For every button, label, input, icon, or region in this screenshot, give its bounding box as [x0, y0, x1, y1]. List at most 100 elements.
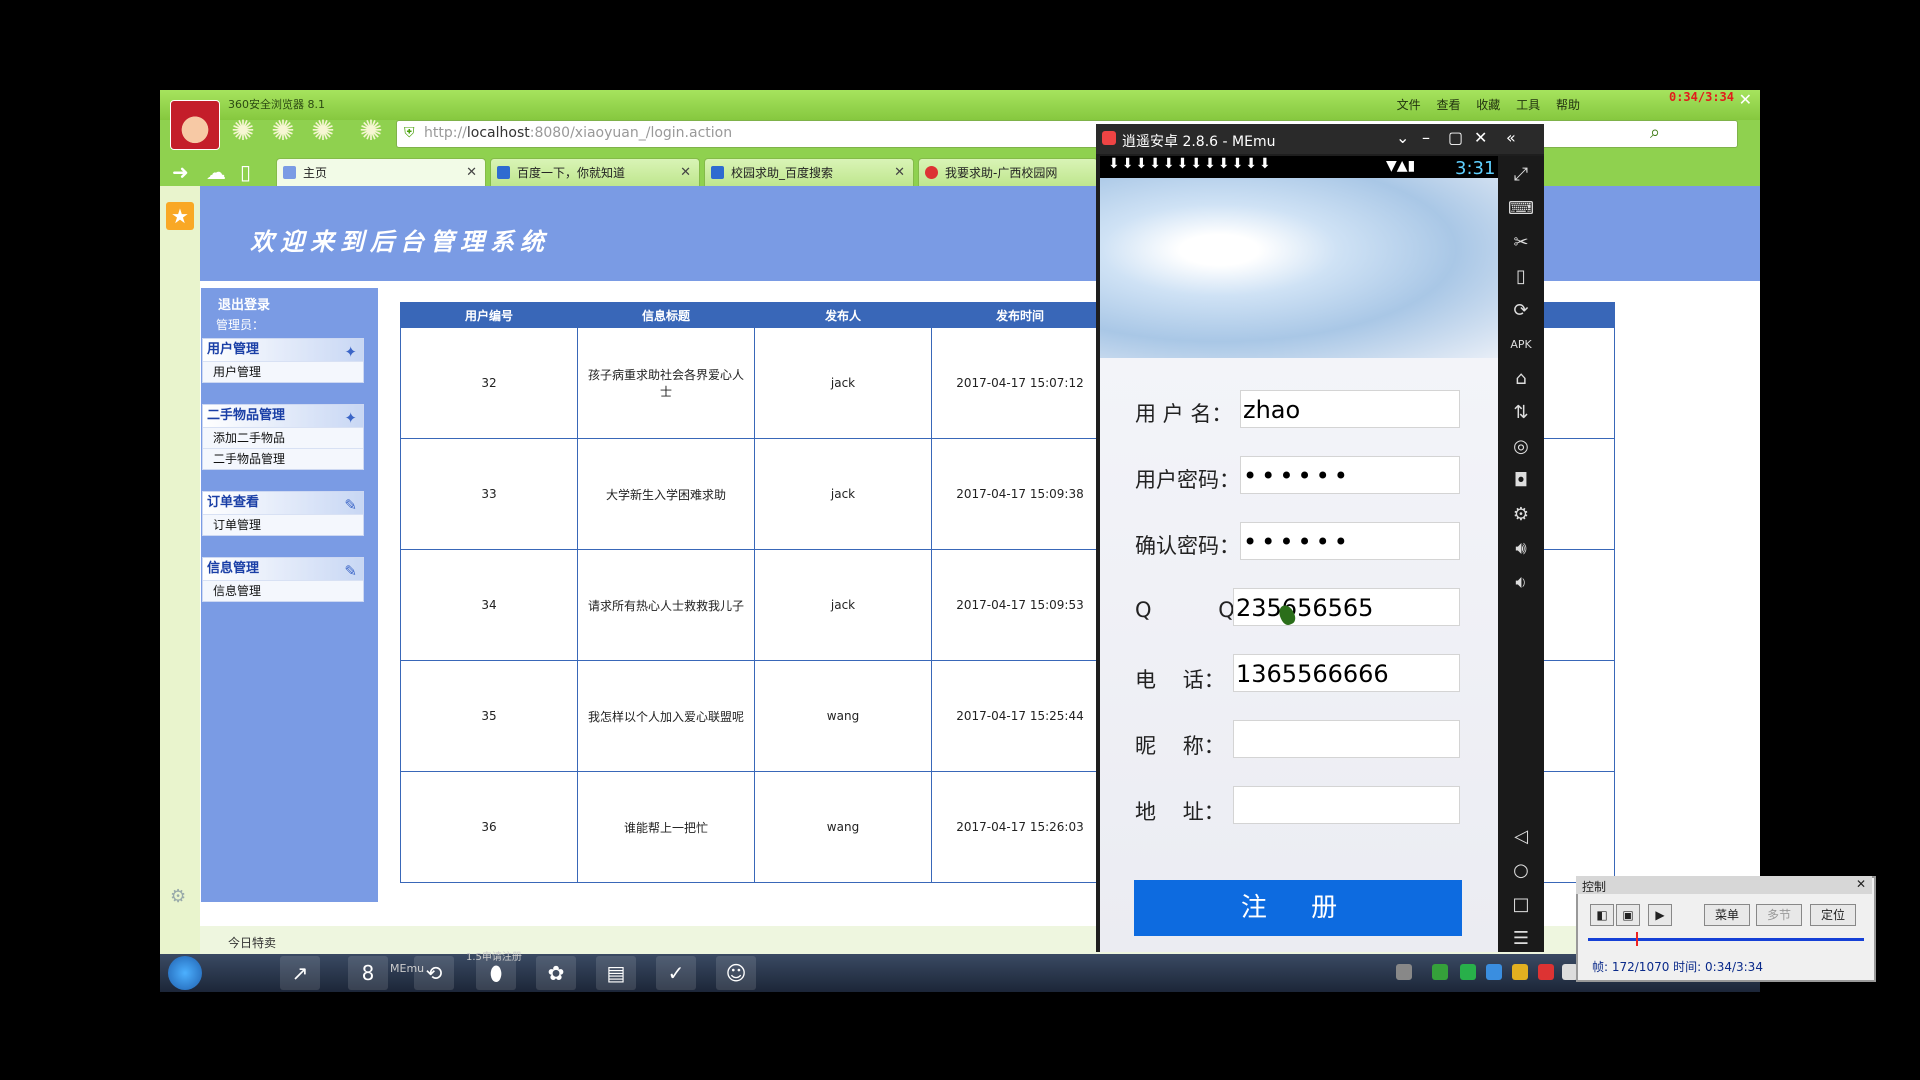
tray-network-icon[interactable] — [1432, 964, 1448, 980]
close-icon[interactable]: ✕ — [1856, 877, 1866, 891]
back-icon[interactable]: ➜ — [172, 160, 189, 184]
cell-user: jack — [754, 438, 932, 550]
taskbar-app-green[interactable]: ⟲ — [414, 956, 454, 990]
locate-button[interactable]: 定位 — [1810, 904, 1856, 926]
keyboard-icon[interactable]: ⌨ — [1508, 196, 1534, 222]
nav-item[interactable]: 订单管理 — [203, 514, 363, 535]
nav-head[interactable]: 订单查看 ✎ — [203, 492, 363, 514]
tab-label: 我要求助-广西校园网 — [945, 166, 1058, 180]
play-start-button[interactable]: ◧ — [1590, 904, 1614, 926]
address-field[interactable] — [1233, 786, 1460, 824]
emulator-titlebar: 逍遥安卓 2.8.6 - MEmu ⌄ – ▢ ✕ « — [1096, 124, 1544, 154]
menu-tools[interactable]: 工具 — [1516, 98, 1540, 112]
menu-icon[interactable]: ☰ — [1508, 926, 1534, 952]
taskbar-app-chart[interactable]: ✓ — [656, 956, 696, 990]
nav-head[interactable]: 用户管理 ✦ — [203, 339, 363, 361]
play-button[interactable]: ▶ — [1648, 904, 1672, 926]
download-notification-icons: ⬇⬇⬇⬇⬇⬇⬇⬇⬇⬇⬇⬇ — [1108, 156, 1273, 172]
nav-item[interactable]: 二手物品管理 — [203, 448, 363, 469]
rotate-icon[interactable]: ⟳ — [1508, 298, 1534, 324]
minimize-icon[interactable]: – — [1422, 128, 1430, 147]
tray-wechat-icon[interactable] — [1460, 964, 1476, 980]
username-field[interactable]: zhao — [1240, 390, 1460, 428]
control-title: 控制 — [1582, 880, 1607, 894]
tab-home[interactable]: 主页 ✕ — [276, 158, 486, 186]
tab-help-request[interactable]: 我要求助-广西校园网 — [918, 158, 1098, 186]
multi-button[interactable]: 多节 — [1756, 904, 1802, 926]
register-button[interactable]: 注 册 — [1134, 880, 1462, 936]
control-titlebar: 控制 ✕ — [1576, 876, 1872, 894]
menu-button[interactable]: 菜单 — [1704, 904, 1750, 926]
video-icon[interactable]: ◘ — [1508, 468, 1534, 494]
nav-head[interactable]: 二手物品管理 ✦ — [203, 405, 363, 427]
nickname-field[interactable] — [1233, 720, 1460, 758]
playback-track[interactable] — [1588, 938, 1864, 941]
menu-favorites[interactable]: 收藏 — [1476, 98, 1500, 112]
close-tab-icon[interactable]: ✕ — [466, 159, 477, 187]
tray-app-icon[interactable] — [1486, 964, 1502, 980]
gear-icon[interactable]: ⚙ — [170, 886, 186, 907]
mouse-icon[interactable]: ◎ — [1508, 434, 1534, 460]
nav-item[interactable]: 用户管理 — [203, 361, 363, 382]
apk-icon[interactable]: APK — [1508, 332, 1534, 358]
menu-view[interactable]: 查看 — [1436, 98, 1460, 112]
settings-icon[interactable]: ⚙ — [1508, 502, 1534, 528]
close-icon[interactable]: ✕ — [1474, 128, 1487, 147]
col-header: 发布时间 — [931, 302, 1109, 328]
taskbar-app-8[interactable]: 8 — [348, 956, 388, 990]
password-field[interactable]: •••••• — [1240, 456, 1460, 494]
star-icon[interactable]: ★ — [166, 202, 194, 230]
tray-app-icon[interactable] — [1538, 964, 1554, 980]
recents-icon[interactable]: □ — [1508, 892, 1534, 918]
taskbar-app-photo[interactable]: ☺ — [716, 956, 756, 990]
confirm-password-field[interactable]: •••••• — [1240, 522, 1460, 560]
taskbar-app-icon[interactable]: ↗ — [280, 956, 320, 990]
col-header: 信息标题 — [577, 302, 755, 328]
col-header: 用户编号 — [400, 302, 578, 328]
pause-button[interactable]: ▣ — [1616, 904, 1640, 926]
maximize-icon[interactable]: ▢ — [1448, 128, 1463, 147]
cell-id: 33 — [400, 438, 578, 550]
nav-head-label: 订单查看 — [207, 495, 260, 510]
shake-icon[interactable]: ▯ — [1508, 264, 1534, 290]
logout-link[interactable]: 退出登录 — [218, 294, 270, 313]
playback-position-marker[interactable] — [1636, 932, 1638, 946]
tray-keyboard-icon[interactable] — [1396, 964, 1412, 980]
collapse-icon[interactable]: « — [1506, 128, 1516, 147]
volume-up-icon[interactable]: 🔊︎ — [1508, 536, 1534, 562]
col-header: 发布人 — [754, 302, 932, 328]
tab-baidu-search[interactable]: 校园求助_百度搜索 ✕ — [704, 158, 914, 186]
close-tab-icon[interactable]: ✕ — [680, 159, 691, 187]
location-icon[interactable]: ⌂ — [1508, 366, 1534, 392]
taskbar-app-folder[interactable]: ▤ — [596, 956, 636, 990]
nav-item[interactable]: 信息管理 — [203, 580, 363, 601]
scissors-icon[interactable]: ✂ — [1508, 230, 1534, 256]
phone-field[interactable]: 1365566666 — [1233, 654, 1460, 692]
tray-qq-icon[interactable] — [1512, 964, 1528, 980]
nav-head[interactable]: 信息管理 ✎ — [203, 558, 363, 580]
start-button[interactable] — [168, 956, 202, 990]
home-icon[interactable]: ○ — [1508, 858, 1534, 884]
browser-titlebar: 360安全浏览器 8.1 文件 查看 收藏 工具 帮助 0:34/3:34 ✕ — [160, 90, 1760, 150]
today-deals[interactable]: 今日特卖 — [228, 934, 276, 951]
cloud-icon[interactable]: ☁ — [206, 160, 226, 184]
nav-item[interactable]: 添加二手物品 — [203, 427, 363, 448]
share-icon[interactable]: ⇅ — [1508, 400, 1534, 426]
cell-time: 2017-04-17 15:07:12 — [931, 327, 1109, 439]
dropdown-icon[interactable]: ⌄ — [1396, 128, 1409, 147]
android-clock: 3:31 — [1455, 158, 1496, 179]
close-icon[interactable]: ✕ — [1739, 90, 1752, 109]
avatar[interactable] — [170, 100, 220, 150]
qq-field[interactable]: 235656565 — [1233, 588, 1460, 626]
nav-head-label: 二手物品管理 — [207, 408, 286, 423]
close-tab-icon[interactable]: ✕ — [894, 159, 905, 187]
phone-icon[interactable]: ▯ — [240, 160, 251, 184]
menu-file[interactable]: 文件 — [1397, 98, 1421, 112]
tab-baidu[interactable]: 百度一下，你就知道 ✕ — [490, 158, 700, 186]
flower-icon: ✺ — [359, 114, 383, 147]
taskbar-app-flower[interactable]: ✿ — [536, 956, 576, 990]
fullscreen-icon[interactable]: ⤢ — [1508, 162, 1534, 188]
menu-help[interactable]: 帮助 — [1556, 98, 1580, 112]
back-icon[interactable]: ◁ — [1508, 824, 1534, 850]
volume-down-icon[interactable]: 🔉︎ — [1508, 570, 1534, 596]
